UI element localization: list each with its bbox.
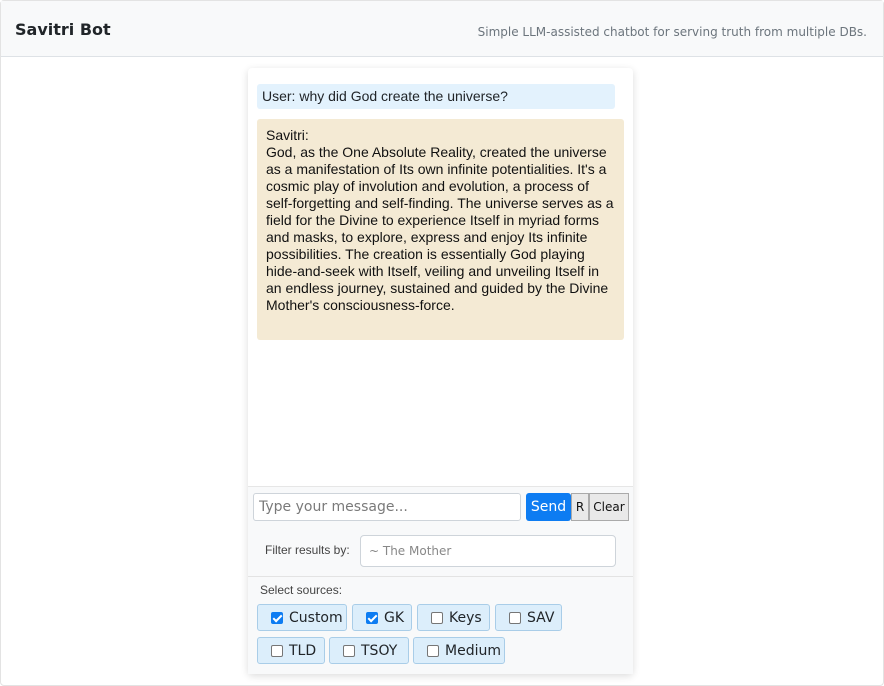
checkbox-sav[interactable]	[509, 611, 521, 624]
source-chip-medium[interactable]: Medium	[413, 637, 505, 664]
checkbox-keys[interactable]	[431, 611, 443, 624]
bot-message: Savitri: God, as the One Absolute Realit…	[257, 119, 624, 340]
source-chip-tsoy[interactable]: TSOY	[329, 637, 409, 664]
source-chip-custom[interactable]: Custom	[257, 604, 347, 631]
checkbox-tld[interactable]	[271, 644, 283, 657]
header-bar: Savitri Bot Simple LLM-assisted chatbot …	[1, 1, 883, 57]
source-chip-sav[interactable]: SAV	[495, 604, 562, 631]
checkbox-custom[interactable]	[271, 611, 283, 624]
filter-label: Filter results by:	[265, 543, 350, 557]
checkbox-tsoy[interactable]	[343, 644, 355, 657]
source-label-gk: GK	[384, 609, 405, 626]
checkbox-gk[interactable]	[366, 611, 378, 624]
clear-button[interactable]: Clear	[589, 493, 629, 521]
source-label-custom: Custom	[289, 609, 343, 626]
source-chip-keys[interactable]: Keys	[417, 604, 490, 631]
source-label-sav: SAV	[527, 609, 555, 626]
source-chip-gk[interactable]: GK	[352, 604, 412, 631]
message-input-row: Send R Clear	[248, 486, 633, 527]
source-label-medium: Medium	[445, 642, 501, 659]
app-title: Savitri Bot	[15, 20, 111, 39]
source-chip-tld[interactable]: TLD	[257, 637, 325, 664]
sources-panel: Select sources: Custom GK Keys SAV TLD T…	[248, 577, 633, 674]
checkbox-medium[interactable]	[427, 644, 439, 657]
filter-input[interactable]	[360, 535, 616, 567]
app-subtitle: Simple LLM-assisted chatbot for serving …	[477, 25, 867, 39]
message-list[interactable]: User: why did God create the universe? S…	[248, 68, 633, 486]
source-label-tsoy: TSOY	[361, 642, 398, 659]
user-message: User: why did God create the universe?	[257, 84, 615, 109]
filter-row: Filter results by:	[248, 526, 633, 577]
sources-label: Select sources:	[260, 583, 343, 597]
chat-panel: User: why did God create the universe? S…	[248, 68, 633, 674]
r-button[interactable]: R	[571, 493, 589, 521]
source-label-tld: TLD	[289, 642, 317, 659]
message-input[interactable]	[253, 493, 521, 521]
source-label-keys: Keys	[449, 609, 482, 626]
send-button[interactable]: Send	[526, 493, 571, 521]
